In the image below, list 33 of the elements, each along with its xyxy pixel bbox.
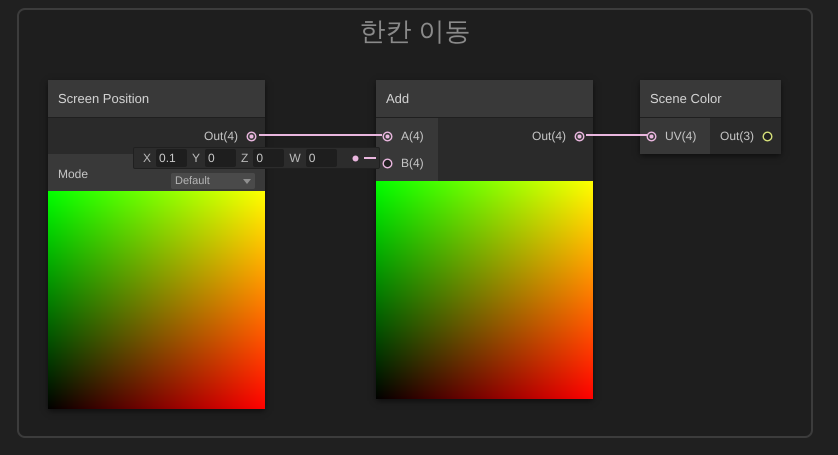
port-label: UV(4) [665, 128, 696, 145]
mode-dropdown[interactable]: Default [171, 173, 255, 189]
group-title: 한칸 이동 [359, 15, 471, 48]
axis-label: X [143, 150, 152, 167]
node-card[interactable]: Scene Color UV(4) Out(3) [640, 80, 781, 154]
node-title: Scene Color [650, 90, 722, 108]
port-icon[interactable] [382, 130, 393, 142]
node-card[interactable]: Add A(4) B(4) Out(4) [376, 80, 593, 399]
node-title: Add [386, 90, 410, 108]
axis-label: Y [192, 150, 200, 167]
connection-line [364, 157, 376, 159]
port-icon[interactable] [762, 130, 773, 142]
mode-label: Mode [58, 166, 88, 183]
value-field[interactable]: 0 [205, 149, 236, 167]
port-label: B(4) [401, 155, 424, 172]
port-label: Out(4) [532, 128, 566, 145]
port-icon[interactable] [574, 130, 585, 142]
port-icon[interactable] [382, 158, 393, 168]
port-icon[interactable] [352, 154, 359, 162]
port-label: Out(3) [720, 128, 754, 145]
port-icon[interactable] [646, 130, 657, 142]
axis-label: W [289, 150, 301, 167]
value-field[interactable]: 0.1 [156, 149, 188, 167]
port-label: Out(4) [204, 128, 238, 145]
value-field[interactable]: 0 [306, 149, 337, 167]
axis-label: Z [241, 150, 248, 167]
node-title: Screen Position [58, 90, 150, 108]
port-icon[interactable] [246, 130, 257, 142]
port-label: A(4) [401, 128, 424, 145]
connection-line [586, 134, 647, 136]
value-field[interactable]: 0 [253, 149, 284, 167]
vector-input-field[interactable]: X 0.1 Y 0 Z 0 W 0 [133, 147, 380, 169]
caret-icon [243, 178, 251, 184]
